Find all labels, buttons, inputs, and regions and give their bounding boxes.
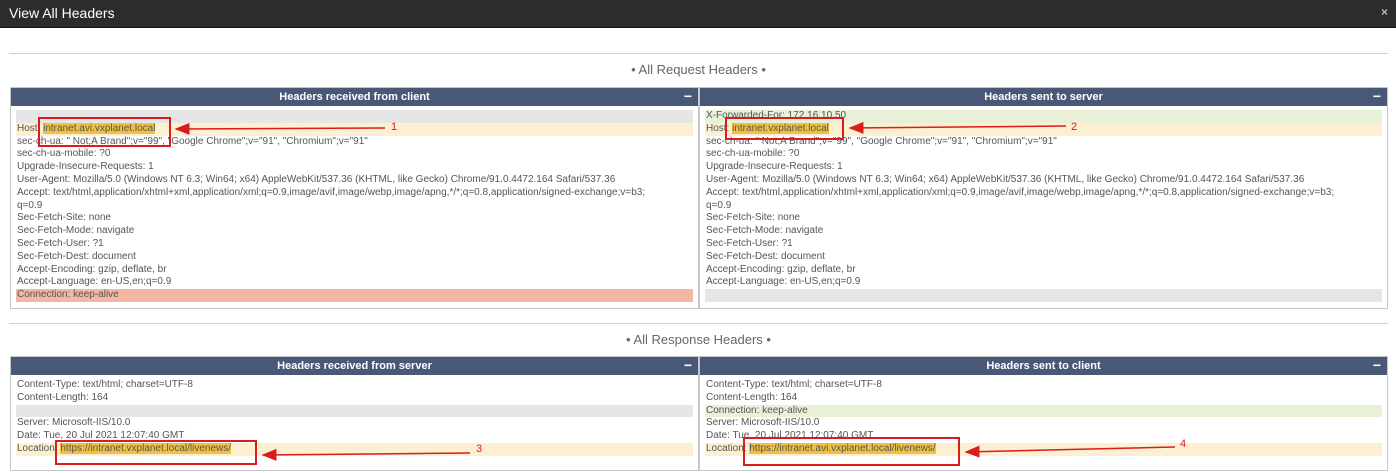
header-value: Upgrade-Insecure-Requests: 1 bbox=[706, 161, 843, 173]
panel-title: Headers received from server bbox=[277, 360, 432, 372]
header-line: Connection: keep-alive bbox=[16, 289, 693, 302]
window-titlebar: View All Headers × bbox=[0, 0, 1396, 28]
header-value: Sec-Fetch-User: ?1 bbox=[706, 237, 793, 249]
header-value: Accept-Language: en-US,en;q=0.9 bbox=[17, 276, 172, 288]
header-value: Accept: text/html,application/xhtml+xml,… bbox=[706, 186, 1335, 198]
header-value: Accept-Language: en-US,en;q=0.9 bbox=[706, 276, 861, 288]
annotation-number: 3 bbox=[476, 443, 483, 455]
window-title: View All Headers bbox=[9, 5, 115, 21]
header-value: Connection: keep-alive bbox=[17, 289, 119, 301]
collapse-icon[interactable]: − bbox=[1373, 88, 1381, 104]
header-value: Accept-Encoding: gzip, deflate, br bbox=[17, 263, 167, 275]
request-section-title: • All Request Headers • bbox=[9, 53, 1388, 85]
header-value: Sec-Fetch-User: ?1 bbox=[17, 237, 104, 249]
annotation-box bbox=[38, 117, 171, 147]
header-value: User-Agent: Mozilla/5.0 (Windows NT 6.3;… bbox=[706, 173, 1305, 185]
panel-header: Headers sent to client − bbox=[700, 357, 1387, 375]
collapse-icon[interactable]: − bbox=[1373, 357, 1381, 373]
header-key: Location: bbox=[17, 442, 61, 454]
header-line bbox=[16, 404, 693, 418]
header-line: Upgrade-Insecure-Requests: 1 bbox=[16, 161, 693, 174]
header-line: Content-Type: text/html; charset=UTF-8 bbox=[705, 379, 1382, 392]
header-line: Sec-Fetch-User: ?1 bbox=[16, 238, 693, 251]
header-value: Content-Length: 164 bbox=[706, 391, 798, 403]
header-line: Sec-Fetch-User: ?1 bbox=[705, 238, 1382, 251]
header-value: Server: Microsoft-IIS/10.0 bbox=[17, 417, 131, 429]
header-line: Sec-Fetch-Site: none bbox=[16, 212, 693, 225]
collapse-icon[interactable]: − bbox=[684, 357, 692, 373]
header-line: Accept-Language: en-US,en;q=0.9 bbox=[16, 276, 693, 289]
header-line: q=0.9 bbox=[16, 200, 693, 213]
annotation-box bbox=[743, 437, 960, 466]
panel-header: Headers received from client − bbox=[11, 88, 698, 106]
panel-title: Headers sent to client bbox=[986, 360, 1101, 372]
header-value: q=0.9 bbox=[706, 199, 732, 211]
header-line: Upgrade-Insecure-Requests: 1 bbox=[705, 161, 1382, 174]
header-value: Content-Type: text/html; charset=UTF-8 bbox=[706, 379, 882, 390]
header-value: Upgrade-Insecure-Requests: 1 bbox=[17, 161, 154, 173]
response-section-title: • All Response Headers • bbox=[9, 323, 1388, 355]
header-line: q=0.9 bbox=[705, 200, 1382, 213]
header-line: Server: Microsoft-IIS/10.0 bbox=[16, 417, 693, 430]
header-value: sec-ch-ua-mobile: ?0 bbox=[706, 148, 800, 160]
header-line: Accept: text/html,application/xhtml+xml,… bbox=[705, 187, 1382, 200]
header-value: Sec-Fetch-Dest: document bbox=[706, 250, 825, 262]
header-value: Accept-Encoding: gzip, deflate, br bbox=[706, 263, 856, 275]
header-line: Accept-Encoding: gzip, deflate, br bbox=[16, 264, 693, 277]
header-value: Accept: text/html,application/xhtml+xml,… bbox=[17, 186, 646, 198]
header-line: Connection: keep-alive bbox=[705, 404, 1382, 418]
header-line: Sec-Fetch-Site: none bbox=[705, 212, 1382, 225]
header-value: q=0.9 bbox=[17, 199, 43, 211]
header-value: sec-ch-ua-mobile: ?0 bbox=[17, 148, 111, 160]
header-line: Content-Type: text/html; charset=UTF-8 bbox=[16, 379, 693, 392]
close-icon[interactable]: × bbox=[1381, 5, 1388, 19]
annotation-number: 2 bbox=[1071, 121, 1078, 133]
header-value: Sec-Fetch-Site: none bbox=[17, 212, 111, 224]
header-line: Accept: text/html,application/xhtml+xml,… bbox=[16, 187, 693, 200]
header-value: User-Agent: Mozilla/5.0 (Windows NT 6.3;… bbox=[17, 173, 616, 185]
header-value: Server: Microsoft-IIS/10.0 bbox=[706, 417, 820, 429]
header-line: Sec-Fetch-Mode: navigate bbox=[705, 225, 1382, 238]
header-line bbox=[705, 289, 1382, 302]
header-line: Sec-Fetch-Mode: navigate bbox=[16, 225, 693, 238]
header-value: Sec-Fetch-Site: none bbox=[706, 212, 800, 224]
header-line: Content-Length: 164 bbox=[705, 392, 1382, 405]
panel-header: Headers received from server − bbox=[11, 357, 698, 375]
annotation-number: 4 bbox=[1180, 438, 1187, 450]
panel-title: Headers received from client bbox=[279, 91, 430, 103]
collapse-icon[interactable]: − bbox=[684, 88, 692, 104]
header-value: Content-Length: 164 bbox=[17, 391, 109, 403]
header-value: Sec-Fetch-Mode: navigate bbox=[17, 225, 135, 237]
panel-title: Headers sent to server bbox=[984, 91, 1103, 103]
header-line: Accept-Language: en-US,en;q=0.9 bbox=[705, 276, 1382, 289]
header-line: Accept-Encoding: gzip, deflate, br bbox=[705, 264, 1382, 277]
header-line: User-Agent: Mozilla/5.0 (Windows NT 6.3;… bbox=[705, 174, 1382, 187]
annotation-box bbox=[725, 117, 844, 140]
header-value: Content-Type: text/html; charset=UTF-8 bbox=[17, 379, 193, 390]
header-line: sec-ch-ua-mobile: ?0 bbox=[705, 148, 1382, 161]
annotation-box bbox=[55, 440, 257, 465]
header-value: Sec-Fetch-Dest: document bbox=[17, 250, 136, 262]
header-line: Sec-Fetch-Dest: document bbox=[705, 251, 1382, 264]
header-value: Sec-Fetch-Mode: navigate bbox=[706, 225, 824, 237]
header-value: Connection: keep-alive bbox=[706, 404, 808, 416]
panel-header: Headers sent to server − bbox=[700, 88, 1387, 106]
header-line: Content-Length: 164 bbox=[16, 392, 693, 405]
header-line: User-Agent: Mozilla/5.0 (Windows NT 6.3;… bbox=[16, 174, 693, 187]
header-line: sec-ch-ua-mobile: ?0 bbox=[16, 148, 693, 161]
header-line: Server: Microsoft-IIS/10.0 bbox=[705, 417, 1382, 430]
header-line: Sec-Fetch-Dest: document bbox=[16, 251, 693, 264]
annotation-number: 1 bbox=[391, 121, 398, 133]
